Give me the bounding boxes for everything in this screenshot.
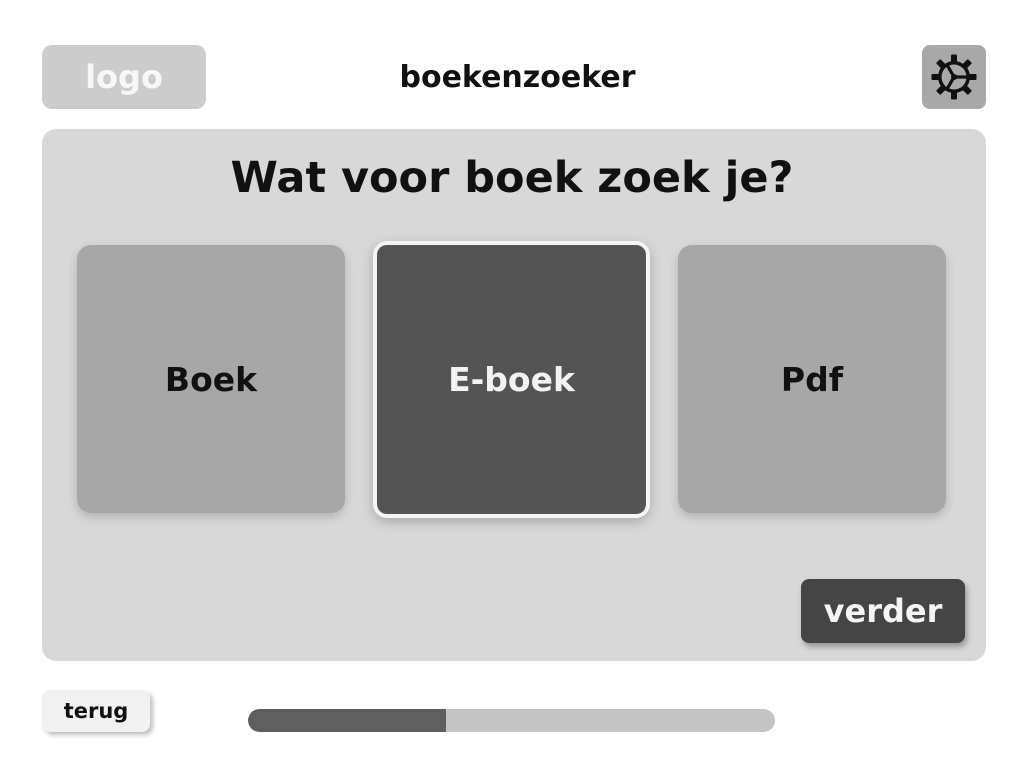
logo: logo — [42, 45, 206, 109]
settings-button[interactable] — [922, 45, 986, 109]
back-button[interactable]: terug — [42, 690, 150, 732]
next-button[interactable]: verder — [801, 579, 965, 643]
back-button-label: terug — [63, 699, 129, 723]
progress-bar — [248, 709, 775, 732]
next-button-label: verder — [823, 592, 943, 630]
option-label: Pdf — [780, 359, 844, 399]
app-title: boekenzoeker — [399, 59, 636, 95]
option-boek[interactable]: Boek — [77, 245, 345, 513]
option-pdf[interactable]: Pdf — [678, 245, 946, 513]
option-e-boek[interactable]: E-boek — [373, 241, 650, 518]
option-label: Boek — [164, 359, 258, 399]
question-heading: Wat voor boek zoek je? — [230, 153, 794, 203]
gear-icon — [929, 52, 979, 102]
progress-fill — [248, 709, 446, 732]
logo-text: logo — [85, 58, 163, 96]
option-label: E-boek — [448, 360, 575, 399]
